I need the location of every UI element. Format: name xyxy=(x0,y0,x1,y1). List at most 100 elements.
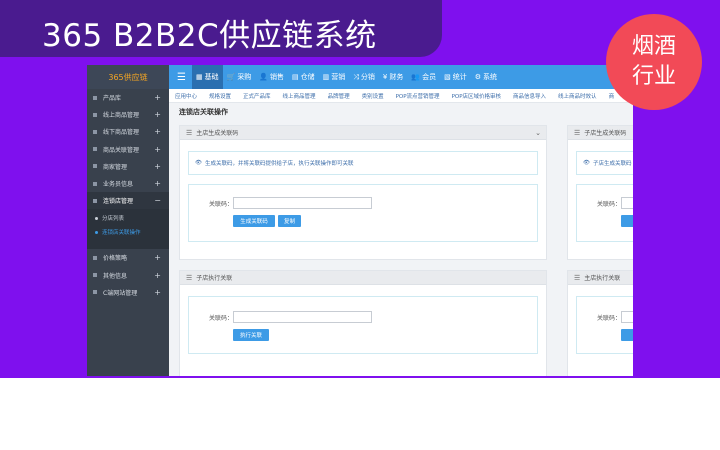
eye-icon: 👁 xyxy=(583,160,590,166)
action-button[interactable] xyxy=(621,215,633,227)
sidebar-subitem[interactable]: 分店列表 xyxy=(87,211,169,225)
panel-main-execute: ☰ 主店执行关联 关联码： xyxy=(567,270,633,376)
panel-header[interactable]: ☰ 主店生成关联码 ⌄ xyxy=(180,126,546,140)
association-code-input[interactable] xyxy=(233,311,372,323)
plus-icon: + xyxy=(154,270,161,280)
sidebar-item[interactable]: 商家管理 + xyxy=(87,158,169,175)
app-screenshot: 365供应链 ☰ ▦ 基础 🛒 采购 👤 销售 ▤ 仓储 ▥ 营销 ⤨ 分销 ¥ 财务 👥 会员 ▧ 统计 ⚙ 系统 … xyxy=(87,65,633,376)
plus-icon: + xyxy=(154,253,161,263)
quick-tab[interactable]: 类别设置 xyxy=(362,92,384,100)
warehouse-icon: ▤ xyxy=(292,73,299,81)
user-icon: 👤 xyxy=(259,73,269,81)
dot-icon xyxy=(95,216,98,220)
quick-tab[interactable]: 规格设置 xyxy=(209,92,231,100)
action-button[interactable] xyxy=(621,329,633,341)
quick-tab[interactable]: 正式产品库 xyxy=(243,92,271,100)
plus-icon: + xyxy=(154,161,161,171)
sidebar-item[interactable]: 线下商品管理 + xyxy=(87,123,169,140)
quick-tab[interactable]: POP流点营销管理 xyxy=(396,92,440,100)
nav-item-label: 采购 xyxy=(237,73,252,81)
panel-header[interactable]: ☰ 子店执行关联 xyxy=(180,271,546,285)
menu-toggle-icon[interactable]: ☰ xyxy=(177,72,186,83)
quick-tab[interactable]: 应用中心 xyxy=(175,92,197,100)
white-footer-area xyxy=(0,378,720,450)
panel-title: 主店生成关联码 xyxy=(196,130,239,137)
panel-header[interactable]: ☰ 子店生成关联码 xyxy=(568,126,633,140)
nav-item-1[interactable]: 🛒 采购 xyxy=(223,65,256,89)
association-code-input[interactable] xyxy=(233,197,372,209)
association-code-input[interactable] xyxy=(621,311,633,323)
nav-item-2[interactable]: 👤 销售 xyxy=(255,65,288,89)
sidebar-item-label: 线上商品管理 xyxy=(103,112,140,120)
sidebar-item-label: 商家管理 xyxy=(103,163,128,171)
shuffle-icon: ⤨ xyxy=(353,72,359,81)
sidebar-subitem-label: 连锁店关联操作 xyxy=(102,230,141,237)
sidebar-submenu: 分店列表连锁店关联操作 xyxy=(87,209,169,250)
nav-item-4[interactable]: ▥ 营销 xyxy=(319,65,350,89)
sidebar-subitem-label: 分店列表 xyxy=(102,216,125,223)
nav-item-6[interactable]: ¥ 财务 xyxy=(379,65,407,89)
dot-icon xyxy=(95,230,98,234)
chart-icon: ▧ xyxy=(444,73,451,81)
association-code-input[interactable] xyxy=(621,197,633,209)
sidebar-item[interactable]: C端网站管理 + xyxy=(87,284,169,301)
sidebar-item[interactable]: 业务员信息 + xyxy=(87,175,169,192)
list-icon: ☰ xyxy=(574,273,581,282)
quick-tab[interactable]: 线上商品时效认 xyxy=(558,92,597,100)
quick-tab[interactable]: 品牌管理 xyxy=(328,92,350,100)
sidebar-item[interactable]: 商品关联管理 + xyxy=(87,141,169,158)
info-box: 👁 子店生成关联码 xyxy=(576,151,633,175)
marketing-icon: ▥ xyxy=(322,73,330,81)
industry-badge: 烟酒 行业 xyxy=(606,14,702,110)
info-text: 生成关联码，并将关联码提供给子店，执行关联操作即可关联 xyxy=(204,161,354,167)
generate-code-button[interactable]: 生成关联码 xyxy=(233,215,275,227)
field-label: 关联码： xyxy=(597,201,622,208)
title-banner: 365 B2B2C供应链系统 xyxy=(0,0,442,57)
square-icon xyxy=(93,290,97,295)
nav-item-7[interactable]: 👥 会员 xyxy=(407,65,440,89)
sidebar-item[interactable]: 线上商品管理 + xyxy=(87,106,169,123)
sidebar-item[interactable]: 价格策略 + xyxy=(87,249,169,266)
nav-item-5[interactable]: ⤨ 分销 xyxy=(349,65,379,89)
sidebar-item-label: 线下商品管理 xyxy=(103,129,140,137)
sidebar-item[interactable]: 产品库 + xyxy=(87,89,169,106)
nav-item-3[interactable]: ▤ 仓储 xyxy=(288,65,319,89)
execute-association-button[interactable]: 执行关联 xyxy=(233,329,269,341)
sidebar-item-label: 价格策略 xyxy=(103,255,128,263)
form-box: 关联码： xyxy=(576,296,633,354)
form-box: 关联码： 生成关联码 复制 xyxy=(188,184,538,242)
sidebar-item-label: 连锁店管理 xyxy=(103,198,134,206)
nav-item-label: 基础 xyxy=(204,73,219,81)
square-icon xyxy=(93,164,97,169)
plus-icon: + xyxy=(154,93,161,103)
chevron-down-icon[interactable]: ⌄ xyxy=(535,129,541,137)
nav-item-0[interactable]: ▦ 基础 xyxy=(191,65,223,89)
info-box: 👁 生成关联码，并将关联码提供给子店，执行关联操作即可关联 xyxy=(188,151,538,175)
quick-tab[interactable]: 商 xyxy=(609,92,615,100)
panel-sub-execute: ☰ 子店执行关联 关联码： 执行关联 xyxy=(179,270,547,376)
nav-item-label: 销售 xyxy=(270,73,285,81)
plus-icon: + xyxy=(154,179,161,189)
square-icon xyxy=(93,129,97,134)
plus-icon: + xyxy=(154,110,161,120)
cogs-icon: ⚙ xyxy=(474,73,481,81)
nav-item-8[interactable]: ▧ 统计 xyxy=(440,65,471,89)
nav-item-label: 仓储 xyxy=(300,73,315,81)
plus-icon: + xyxy=(154,287,161,297)
quick-tab[interactable]: 商品信息导入 xyxy=(513,92,546,100)
minus-icon: − xyxy=(154,196,161,206)
nav-item-label: 营销 xyxy=(331,73,346,81)
nav-item-label: 统计 xyxy=(452,73,467,81)
quick-tab[interactable]: 线上商品管理 xyxy=(283,92,316,100)
sidebar-item[interactable]: 其他信息 + xyxy=(87,267,169,284)
panel-title: 主店执行关联 xyxy=(584,275,621,282)
sidebar-subitem[interactable]: 连锁店关联操作 xyxy=(87,225,169,239)
quick-tabs: 应用中心 规格设置 正式产品库 线上商品管理 品牌管理 类别设置 POP流点营销管理 POP店… xyxy=(169,89,633,103)
banner-title: 365 B2B2C供应链系统 xyxy=(42,18,377,54)
copy-button[interactable]: 复制 xyxy=(278,215,301,227)
nav-item-9[interactable]: ⚙ 系统 xyxy=(471,65,501,89)
panel-header[interactable]: ☰ 主店执行关联 xyxy=(568,271,633,285)
form-box: 关联码： 执行关联 xyxy=(188,296,538,354)
quick-tab[interactable]: POP店区域价格审核 xyxy=(452,92,501,100)
sidebar-item[interactable]: 连锁店管理 − xyxy=(87,192,169,210)
